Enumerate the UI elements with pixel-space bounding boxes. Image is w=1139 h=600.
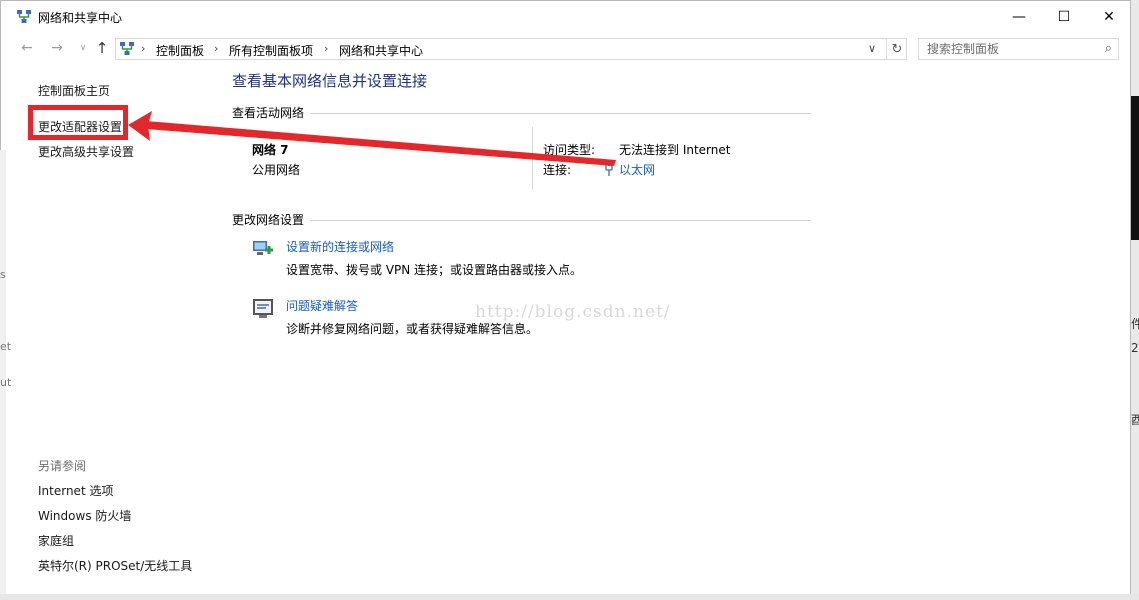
background-text: 2. (1131, 341, 1139, 355)
troubleshoot-link[interactable]: 问题疑难解答 (286, 297, 358, 314)
connections-label: 连接: (543, 163, 572, 177)
section-divider (310, 113, 811, 114)
network-setup-icon (253, 241, 273, 255)
breadcrumb-all-items[interactable]: 所有控制面板项 (229, 42, 313, 59)
troubleshoot-icon (253, 299, 273, 318)
search-input[interactable] (919, 39, 1110, 59)
control-panel-home-link[interactable]: 控制面板主页 (38, 82, 110, 99)
search-icon[interactable]: ⌕ (1105, 41, 1112, 56)
breadcrumb-separator: › (141, 42, 146, 55)
close-button[interactable]: ✕ (1086, 1, 1132, 32)
ethernet-icon (605, 161, 613, 176)
address-bar[interactable]: › 控制面板 › 所有控制面板项 › 网络和共享中心 ∨ ↻ (115, 38, 907, 60)
breadcrumb-network-center[interactable]: 网络和共享中心 (339, 42, 423, 59)
navigation-bar: ← → ∨ ↑ › 控制面板 › 所有控制面板项 › 网络和共享中心 ∨ ↻ ⌕ (1, 34, 1130, 62)
window-title: 网络和共享中心 (38, 11, 123, 25)
change-settings-heading: 更改网络设置 (232, 213, 305, 227)
forward-arrow-icon[interactable]: → (47, 38, 67, 58)
troubleshoot-description: 诊断并修复网络问题，或者获得疑难解答信息。 (286, 322, 539, 336)
background-window-left: s et ut (0, 150, 11, 600)
internet-options-link[interactable]: Internet 选项 (38, 482, 113, 499)
network-category: 公用网络 (252, 163, 301, 177)
search-box[interactable]: ⌕ (918, 38, 1119, 60)
setup-new-connection-description: 设置宽带、拨号或 VPN 连接；或设置路由器或接入点。 (286, 263, 583, 277)
see-also-heading: 另请参阅 (38, 459, 87, 473)
address-dropdown-chevron-icon[interactable]: ∨ (868, 42, 876, 55)
background-text: s (0, 268, 6, 281)
minimize-button[interactable]: — (996, 1, 1042, 32)
windows-firewall-link[interactable]: Windows 防火墙 (38, 507, 131, 524)
network-sharing-center-window: 网络和共享中心 — ☐ ✕ ← → ∨ ↑ › 控制面板 › 所有控制面板项 ›… (0, 0, 1131, 598)
background-text: ut (0, 376, 12, 389)
change-advanced-sharing-link[interactable]: 更改高级共享设置 (38, 143, 134, 160)
vertical-divider (532, 127, 533, 189)
taskbar-edge (0, 594, 1139, 600)
highlight-box (28, 105, 128, 140)
ethernet-link[interactable]: 以太网 (619, 161, 655, 178)
control-panel-icon (120, 42, 134, 55)
breadcrumb-separator[interactable]: › (214, 42, 218, 55)
background-text: 件 (1131, 317, 1139, 331)
recent-locations-chevron-icon[interactable]: ∨ (73, 38, 93, 58)
maximize-button[interactable]: ☐ (1041, 1, 1087, 32)
background-text: 酉 (1131, 413, 1139, 427)
access-type-label: 访问类型: (543, 143, 596, 157)
active-networks-heading: 查看活动网络 (232, 106, 305, 120)
watermark: http://blog.csdn.net/ (475, 302, 671, 322)
page-title: 查看基本网络信息并设置连接 (232, 72, 428, 90)
section-divider (310, 220, 811, 221)
setup-new-connection-link[interactable]: 设置新的连接或网络 (286, 238, 394, 255)
homegroup-link[interactable]: 家庭组 (38, 532, 74, 549)
breadcrumb-separator[interactable]: › (324, 42, 328, 55)
intel-proset-link[interactable]: 英特尔(R) PROSet/无线工具 (38, 557, 192, 574)
title-bar: 网络和共享中心 — ☐ ✕ (1, 1, 1130, 32)
back-arrow-icon[interactable]: ← (17, 38, 37, 58)
breadcrumb-control-panel[interactable]: 控制面板 (156, 42, 204, 59)
access-type-value: 无法连接到 Internet (619, 143, 731, 157)
network-center-icon (17, 10, 31, 23)
background-window-right: 件 2. 酉 (1131, 0, 1139, 600)
up-arrow-icon[interactable]: ↑ (92, 38, 112, 58)
network-name: 网络 7 (252, 143, 289, 157)
refresh-icon[interactable]: ↻ (886, 39, 907, 59)
background-text: et (0, 340, 12, 353)
background-dark-area (1131, 96, 1139, 240)
